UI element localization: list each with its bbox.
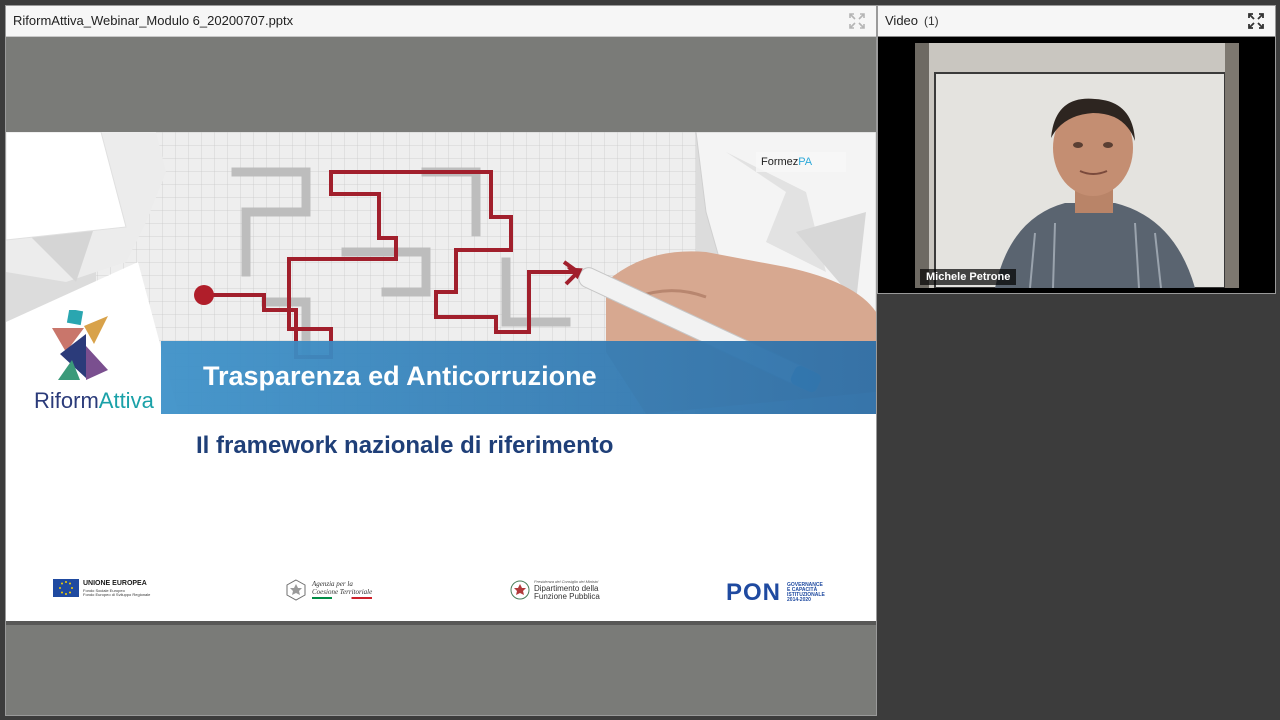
share-pod-header[interactable]: RiformAttiva_Webinar_Modulo 6_20200707.p… — [6, 6, 876, 37]
slide-subtitle: Il framework nazionale di riferimento — [196, 432, 614, 459]
participant-video[interactable]: Michele Petrone — [915, 43, 1239, 288]
eu-logo: UNIONE EUROPEA Fondo Sociale Europeo Fon… — [53, 579, 150, 597]
participant-name-tag: Michele Petrone — [920, 269, 1017, 285]
share-stage: RiformAttiva FormezPA Trasparenza ed Ant… — [6, 37, 876, 715]
expand-arrows-icon[interactable] — [1247, 12, 1265, 30]
expand-arrows-icon[interactable] — [848, 12, 866, 30]
slide-shadow — [6, 621, 876, 625]
pon-line-4: 2014-2020 — [787, 597, 811, 603]
presentation-slide: RiformAttiva FormezPA Trasparenza ed Ant… — [6, 132, 876, 621]
eu-title: UNIONE EUROPEA — [83, 579, 147, 587]
formezpa-logo: FormezPA — [761, 156, 812, 168]
empty-pod-area — [877, 294, 1280, 720]
agency-line-2: Coesione Territoriale — [312, 588, 373, 596]
video-pod-header[interactable]: Video (1) — [878, 6, 1275, 37]
dept-top-line: Presidenza del Consiglio dei Ministri — [534, 578, 599, 584]
eu-flag-icon — [53, 579, 79, 597]
webcam-feed — [915, 43, 1239, 288]
agency-logo: Agenzia per la Coesione Territoriale — [286, 579, 372, 601]
share-pod: RiformAttiva_Webinar_Modulo 6_20200707.p… — [5, 5, 877, 716]
dept-line-2: Funzione Pubblica — [534, 591, 600, 601]
slide-title: Trasparenza ed Anticorruzione — [203, 361, 597, 391]
pon-mark: PON — [726, 579, 782, 606]
department-logo: Presidenza del Consiglio dei Ministri Di… — [510, 579, 600, 601]
eu-line-2: Fondo Europeo di Sviluppo Regionale — [83, 591, 151, 597]
formez-part-1: Formez — [761, 156, 799, 168]
italian-emblem-icon — [286, 579, 306, 601]
brand-part-2: Attiva — [98, 388, 154, 413]
video-pod: Video (1) Michele Petrone — [877, 5, 1276, 294]
pon-logo: PON GOVERNANCE E CAPACITÀ ISTITUZIONALE … — [726, 579, 825, 607]
video-pod-title: Video — [885, 13, 919, 28]
video-participant-count: (1) — [924, 14, 939, 28]
riformattiva-wordmark: RiformAttiva — [34, 388, 154, 414]
share-pod-title: RiformAttiva_Webinar_Modulo 6_20200707.p… — [13, 13, 294, 28]
riformattiva-logo-icon — [52, 310, 108, 380]
brand-part-1: Riform — [34, 388, 99, 413]
italian-emblem-icon — [510, 580, 530, 600]
formez-part-2: PA — [798, 156, 813, 168]
agency-flag-stripe — [312, 596, 372, 599]
